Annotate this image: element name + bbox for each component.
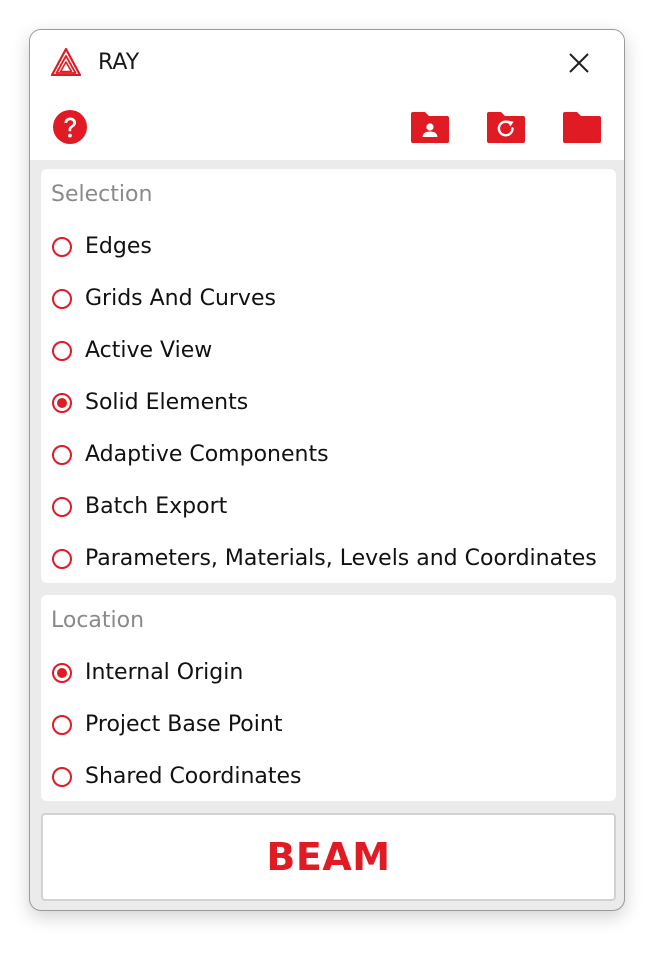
radio-label: Grids And Curves xyxy=(85,286,276,311)
radio-option-edges[interactable]: Edges xyxy=(52,231,152,263)
radio-button[interactable] xyxy=(52,767,72,787)
radio-button[interactable] xyxy=(52,237,72,257)
radio-label: Active View xyxy=(85,338,213,363)
radio-label: Edges xyxy=(85,234,152,259)
radio-option-grids-and-curves[interactable]: Grids And Curves xyxy=(52,283,276,315)
radio-button[interactable] xyxy=(52,341,72,361)
radio-option-project-base-point[interactable]: Project Base Point xyxy=(52,709,282,741)
selection-panel-title: Selection xyxy=(51,182,153,207)
radio-label: Adaptive Components xyxy=(85,442,329,467)
radio-label: Batch Export xyxy=(85,494,228,519)
beam-button-label: BEAM xyxy=(266,835,391,879)
beam-button[interactable]: BEAM xyxy=(41,813,616,901)
radio-option-internal-origin[interactable]: Internal Origin xyxy=(52,657,243,689)
location-panel-title: Location xyxy=(51,608,145,633)
title-bar: RAY xyxy=(30,30,624,160)
folder-icon[interactable] xyxy=(561,110,603,144)
triangle-logo-icon xyxy=(51,48,81,76)
radio-button[interactable] xyxy=(52,549,72,569)
radio-button[interactable] xyxy=(52,497,72,517)
radio-label: Project Base Point xyxy=(85,712,283,737)
radio-button[interactable] xyxy=(52,445,72,465)
radio-label: Shared Coordinates xyxy=(85,764,302,789)
radio-button[interactable] xyxy=(52,289,72,309)
radio-label: Internal Origin xyxy=(85,660,244,685)
radio-option-solid-elements[interactable]: Solid Elements xyxy=(52,387,248,419)
radio-button[interactable] xyxy=(52,715,72,735)
selection-panel: Selection Edges Grids And Curves Active … xyxy=(41,169,616,583)
radio-label: Parameters, Materials, Levels and Coordi… xyxy=(85,546,597,571)
radio-option-parameters[interactable]: Parameters, Materials, Levels and Coordi… xyxy=(52,543,597,575)
ray-dialog-window: RAY Selection Edges Grids And Curves Act… xyxy=(29,29,625,911)
close-icon[interactable] xyxy=(566,50,592,76)
radio-option-active-view[interactable]: Active View xyxy=(52,335,212,367)
radio-option-shared-coordinates[interactable]: Shared Coordinates xyxy=(52,761,302,793)
location-panel: Location Internal Origin Project Base Po… xyxy=(41,595,616,801)
radio-option-batch-export[interactable]: Batch Export xyxy=(52,491,227,523)
radio-button-selected[interactable] xyxy=(52,663,72,683)
radio-button-selected[interactable] xyxy=(52,393,72,413)
folder-refresh-icon[interactable] xyxy=(485,110,527,144)
folder-user-icon[interactable] xyxy=(409,110,451,144)
radio-label: Solid Elements xyxy=(85,390,249,415)
radio-option-adaptive-components[interactable]: Adaptive Components xyxy=(52,439,329,471)
app-title: RAY xyxy=(98,50,140,75)
question-circle-icon[interactable] xyxy=(53,110,87,144)
